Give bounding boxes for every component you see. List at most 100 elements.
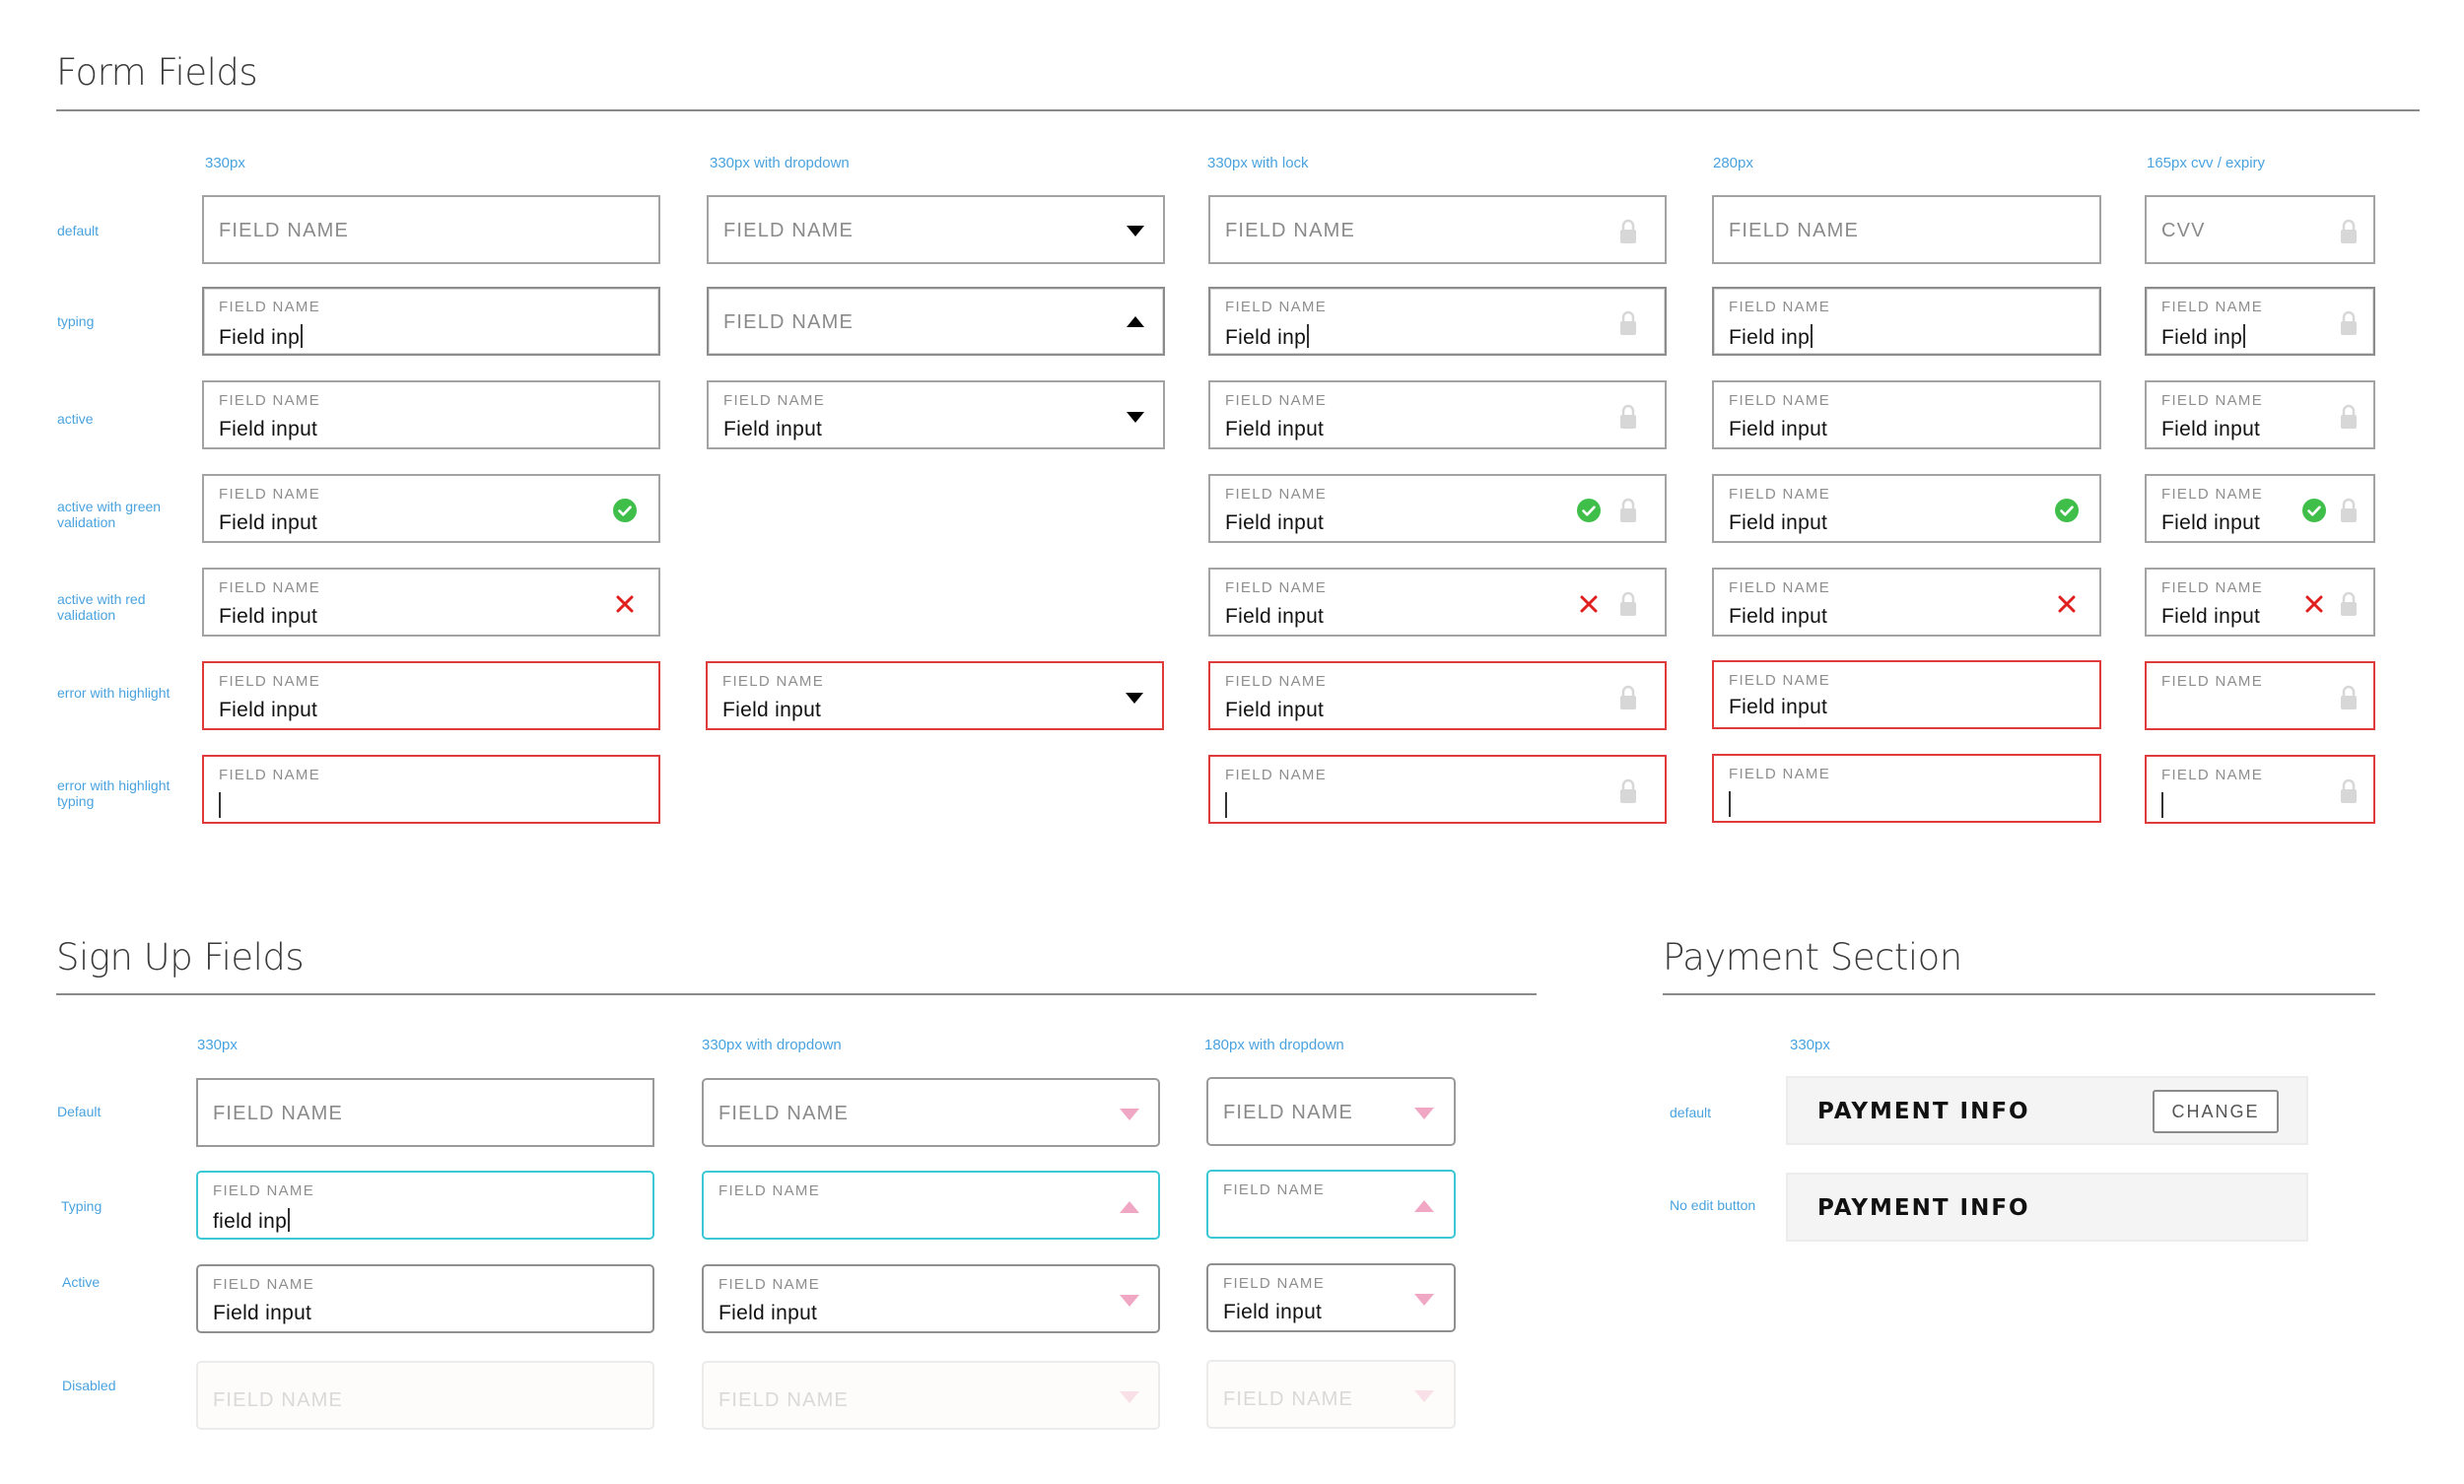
- field-value: Field input: [219, 605, 318, 628]
- text-field-error[interactable]: FIELD NAME Field input: [202, 661, 660, 730]
- text-field-active[interactable]: FIELD NAME Field input: [202, 380, 660, 449]
- field-label: FIELD NAME: [1729, 299, 1831, 315]
- chevron-down-icon[interactable]: [1120, 1295, 1139, 1307]
- chevron-down-icon[interactable]: [1120, 1109, 1139, 1120]
- text-field-typing[interactable]: FIELD NAME Field inp: [202, 287, 660, 356]
- field-label: FIELD NAME: [1729, 672, 1831, 689]
- chevron-down-icon[interactable]: [1126, 693, 1143, 704]
- cvv-field-valid[interactable]: FIELD NAME Field input: [2145, 474, 2375, 543]
- text-field-280-default[interactable]: FIELD NAME: [1712, 195, 2101, 264]
- chevron-up-icon[interactable]: [1127, 316, 1144, 327]
- cvv-field-default[interactable]: CVV: [2145, 195, 2375, 264]
- field-value: Field input: [1729, 511, 1828, 534]
- chevron-down-icon[interactable]: [1414, 1108, 1434, 1119]
- lock-field-typing[interactable]: FIELD NAME Field inp: [1208, 287, 1667, 356]
- field-placeholder: FIELD NAME: [219, 220, 350, 241]
- lock-icon: [1619, 310, 1637, 336]
- lock-field-valid[interactable]: FIELD NAME Field input: [1208, 474, 1667, 543]
- text-field-280-typing[interactable]: FIELD NAME Field inp: [1712, 287, 2101, 356]
- field-label: FIELD NAME: [219, 392, 321, 409]
- lock-icon: [2340, 591, 2358, 617]
- chevron-down-icon: [1414, 1390, 1434, 1402]
- cvv-field-typing[interactable]: FIELD NAME Field inp: [2145, 287, 2375, 356]
- text-field-default[interactable]: FIELD NAME: [202, 195, 660, 264]
- cvv-field-error[interactable]: FIELD NAME: [2145, 661, 2375, 730]
- field-value: Field input: [1729, 418, 1828, 440]
- check-circle-icon: [2302, 499, 2326, 522]
- signup-short-dropdown-typing[interactable]: FIELD NAME: [1206, 1170, 1456, 1239]
- field-label: FIELD NAME: [719, 1276, 821, 1293]
- chevron-down-icon[interactable]: [1414, 1294, 1434, 1306]
- close-x-icon: [2303, 593, 2325, 615]
- text-field-valid[interactable]: FIELD NAME Field input: [202, 474, 660, 543]
- field-value: Field input: [219, 511, 318, 534]
- payment-section-title: Payment Section: [1663, 936, 1962, 978]
- chevron-down-icon[interactable]: [1127, 226, 1144, 236]
- field-label: FIELD NAME: [2161, 673, 2264, 690]
- payment-info-card: PAYMENT INFO CHANGE: [1786, 1076, 2308, 1145]
- field-value: Field input: [2161, 511, 2261, 534]
- field-label: FIELD NAME: [213, 1276, 315, 1293]
- field-value: Field input: [723, 418, 823, 440]
- payment-info-card-no-edit: PAYMENT INFO: [1786, 1173, 2308, 1242]
- dropdown-active[interactable]: FIELD NAME Field input: [707, 380, 1165, 449]
- lock-field-error-typing[interactable]: FIELD NAME: [1208, 755, 1667, 824]
- chevron-up-icon[interactable]: [1120, 1201, 1139, 1213]
- field-label: FIELD NAME: [722, 673, 825, 690]
- lock-field-invalid[interactable]: FIELD NAME Field input: [1208, 568, 1667, 637]
- signup-dropdown-typing[interactable]: FIELD NAME: [702, 1171, 1160, 1240]
- field-value: Field input: [722, 699, 822, 721]
- text-caret: [1729, 791, 1731, 817]
- lock-field-active[interactable]: FIELD NAME Field input: [1208, 380, 1667, 449]
- text-caret: [2243, 324, 2246, 348]
- lock-field-default[interactable]: FIELD NAME: [1208, 195, 1667, 264]
- signup-short-dropdown-active[interactable]: FIELD NAME Field input: [1206, 1263, 1456, 1332]
- text-field-280-valid[interactable]: FIELD NAME Field input: [1712, 474, 2101, 543]
- dropdown-default[interactable]: FIELD NAME: [707, 195, 1165, 264]
- row-label-disabled: Disabled: [62, 1378, 116, 1393]
- field-label: FIELD NAME: [1223, 1275, 1326, 1292]
- field-label: FIELD NAME: [219, 673, 321, 690]
- field-placeholder: FIELD NAME: [723, 220, 855, 241]
- lock-icon: [2340, 498, 2358, 523]
- lock-field-error[interactable]: FIELD NAME Field input: [1208, 661, 1667, 730]
- lock-icon: [1619, 778, 1637, 804]
- row-label-typing: Typing: [61, 1198, 103, 1214]
- chevron-down-icon: [1120, 1391, 1139, 1403]
- field-placeholder: FIELD NAME: [1223, 1388, 1354, 1410]
- form-fields-title: Form Fields: [56, 51, 258, 94]
- text-caret: [301, 324, 304, 348]
- text-field-280-error-typing[interactable]: FIELD NAME: [1712, 754, 2101, 823]
- cvv-field-error-typing[interactable]: FIELD NAME: [2145, 755, 2375, 824]
- cvv-field-active[interactable]: FIELD NAME Field input: [2145, 380, 2375, 449]
- row-label-green-validation: active with green validation: [57, 499, 162, 530]
- col-label-330: 330px: [205, 155, 245, 171]
- chevron-up-icon[interactable]: [1414, 1200, 1434, 1212]
- signup-text-typing[interactable]: FIELD NAME field inp: [196, 1171, 654, 1240]
- text-field-280-error[interactable]: FIELD NAME Field input: [1712, 660, 2101, 729]
- signup-short-dropdown-default[interactable]: FIELD NAME: [1206, 1077, 1456, 1146]
- field-value: Field input: [1225, 699, 1325, 721]
- lock-icon: [1619, 219, 1637, 244]
- dropdown-error[interactable]: FIELD NAME Field input: [706, 661, 1164, 730]
- field-label: FIELD NAME: [1729, 392, 1831, 409]
- field-value: Field input: [213, 1302, 312, 1324]
- text-field-280-active[interactable]: FIELD NAME Field input: [1712, 380, 2101, 449]
- text-field-invalid[interactable]: FIELD NAME Field input: [202, 568, 660, 637]
- field-placeholder: FIELD NAME: [723, 311, 855, 333]
- dropdown-typing[interactable]: FIELD NAME: [707, 287, 1165, 356]
- text-field-error-typing[interactable]: FIELD NAME: [202, 755, 660, 824]
- signup-dropdown-default[interactable]: FIELD NAME: [702, 1078, 1160, 1147]
- chevron-down-icon[interactable]: [1127, 412, 1144, 423]
- text-field-280-invalid[interactable]: FIELD NAME Field input: [1712, 568, 2101, 637]
- change-button[interactable]: CHANGE: [2153, 1090, 2279, 1133]
- signup-text-default[interactable]: FIELD NAME: [196, 1078, 654, 1147]
- signup-text-active[interactable]: FIELD NAME Field input: [196, 1264, 654, 1333]
- row-label-error-highlight: error with highlight: [57, 685, 171, 701]
- lock-icon: [2340, 219, 2358, 244]
- field-value: Field input: [1223, 1301, 1323, 1323]
- row-label-red-validation: active with red validation: [57, 591, 146, 623]
- field-value: Field input: [1225, 511, 1325, 534]
- signup-dropdown-active[interactable]: FIELD NAME Field input: [702, 1264, 1160, 1333]
- cvv-field-invalid[interactable]: FIELD NAME Field input: [2145, 568, 2375, 637]
